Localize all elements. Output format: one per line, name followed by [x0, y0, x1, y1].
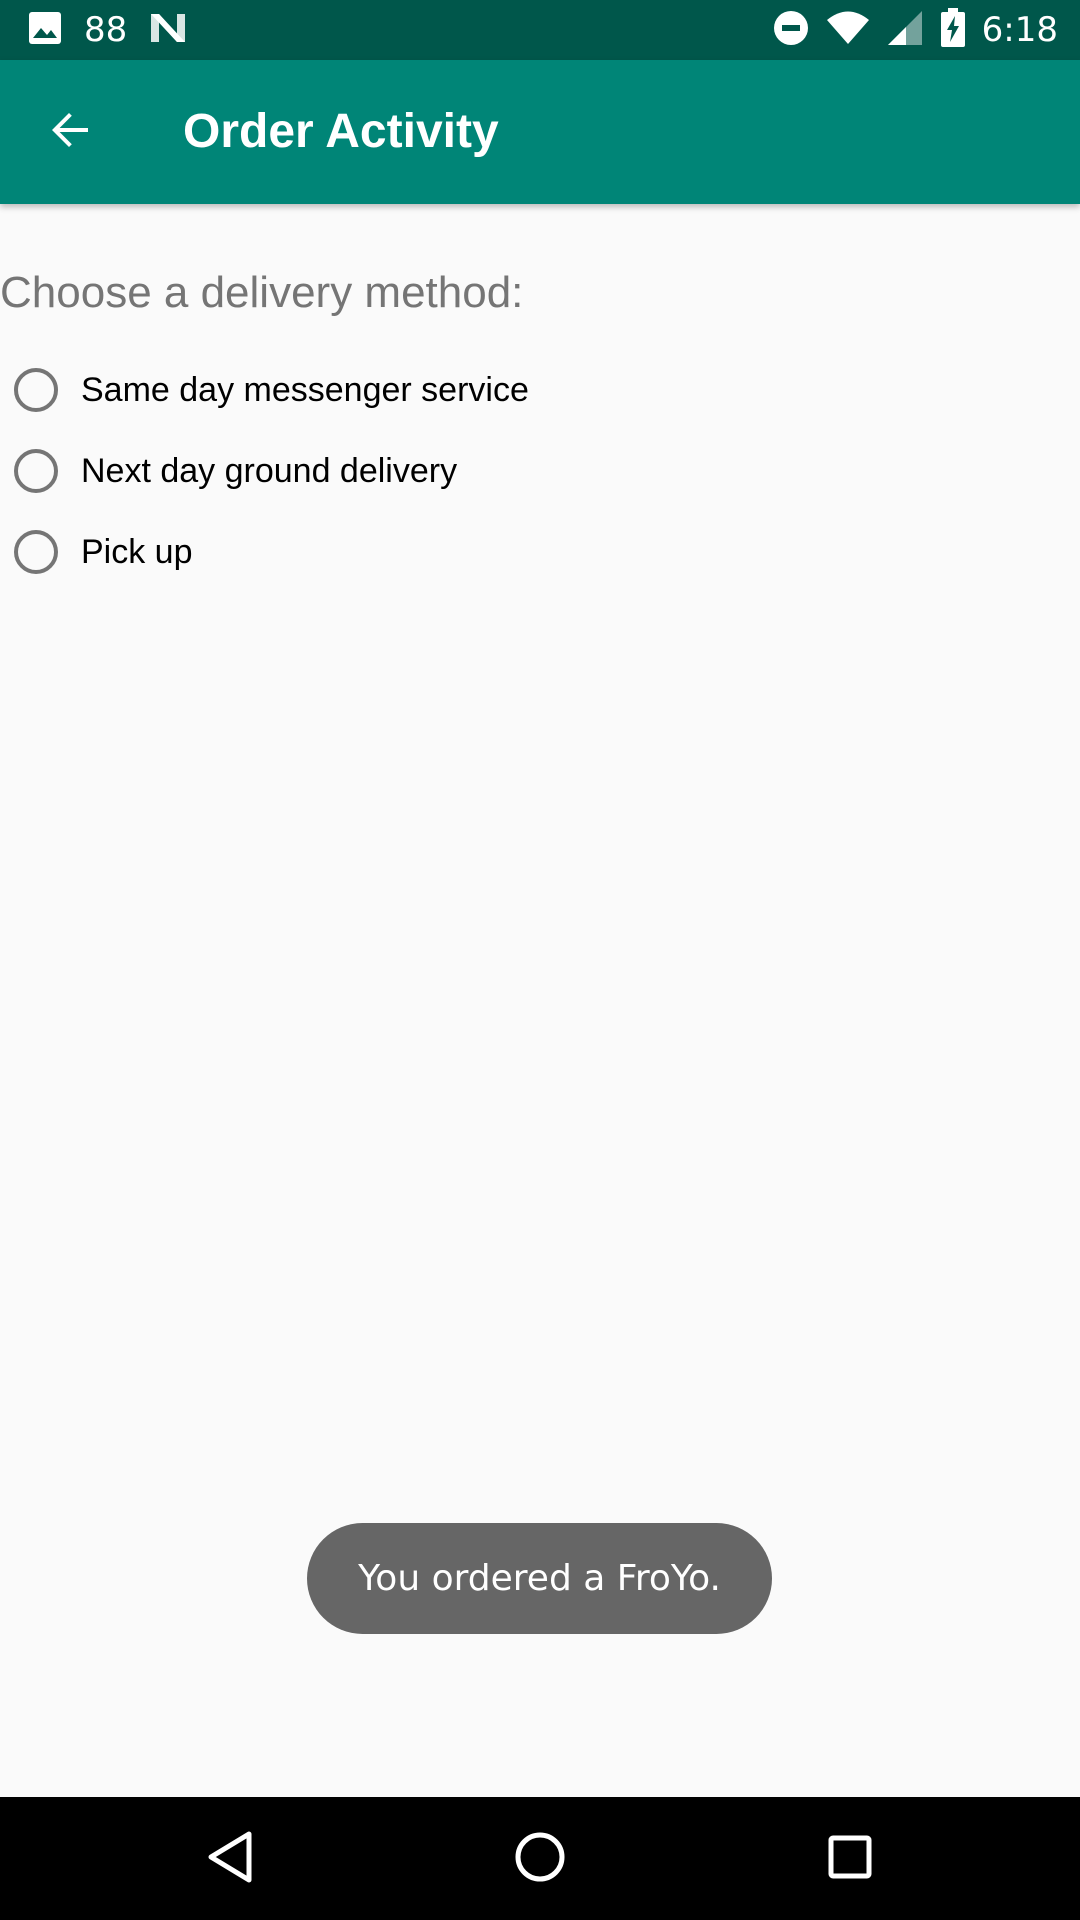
status-time: 6:18: [981, 10, 1058, 50]
do-not-disturb-icon: [772, 9, 810, 52]
status-bar-left: 88: [28, 0, 187, 60]
n-icon: [149, 12, 187, 49]
status-bar-right: 6:18: [772, 0, 1058, 60]
battery-charging-icon: [940, 7, 966, 53]
radio-label: Next day ground delivery: [81, 451, 458, 490]
page-title: Order Activity: [183, 105, 499, 158]
image-icon: [28, 11, 62, 50]
delivery-method-heading: Choose a delivery method:: [0, 268, 524, 317]
app-bar: Order Activity: [0, 60, 1080, 204]
radio-button-unchecked-icon[interactable]: [14, 368, 58, 412]
toast-message: You ordered a FroYo.: [358, 1558, 721, 1599]
navigation-bar: [0, 1797, 1080, 1920]
nav-back-button[interactable]: [188, 1817, 272, 1901]
back-triangle-icon: [205, 1830, 255, 1889]
toast: You ordered a FroYo.: [307, 1523, 772, 1634]
arrow-back-icon: [46, 106, 94, 159]
radio-button-unchecked-icon[interactable]: [14, 449, 58, 493]
nav-home-button[interactable]: [498, 1817, 582, 1901]
wifi-icon: [826, 11, 870, 50]
cell-signal-icon: [886, 9, 924, 52]
recents-square-icon: [827, 1834, 873, 1885]
radio-label: Pick up: [81, 532, 193, 571]
radio-label: Same day messenger service: [81, 370, 529, 409]
nav-recents-button[interactable]: [808, 1817, 892, 1901]
notification-count: 88: [84, 10, 128, 50]
back-button[interactable]: [26, 88, 114, 176]
radio-button-unchecked-icon[interactable]: [14, 530, 58, 574]
home-circle-icon: [514, 1831, 566, 1888]
status-bar: 88 6:18: [0, 0, 1080, 60]
